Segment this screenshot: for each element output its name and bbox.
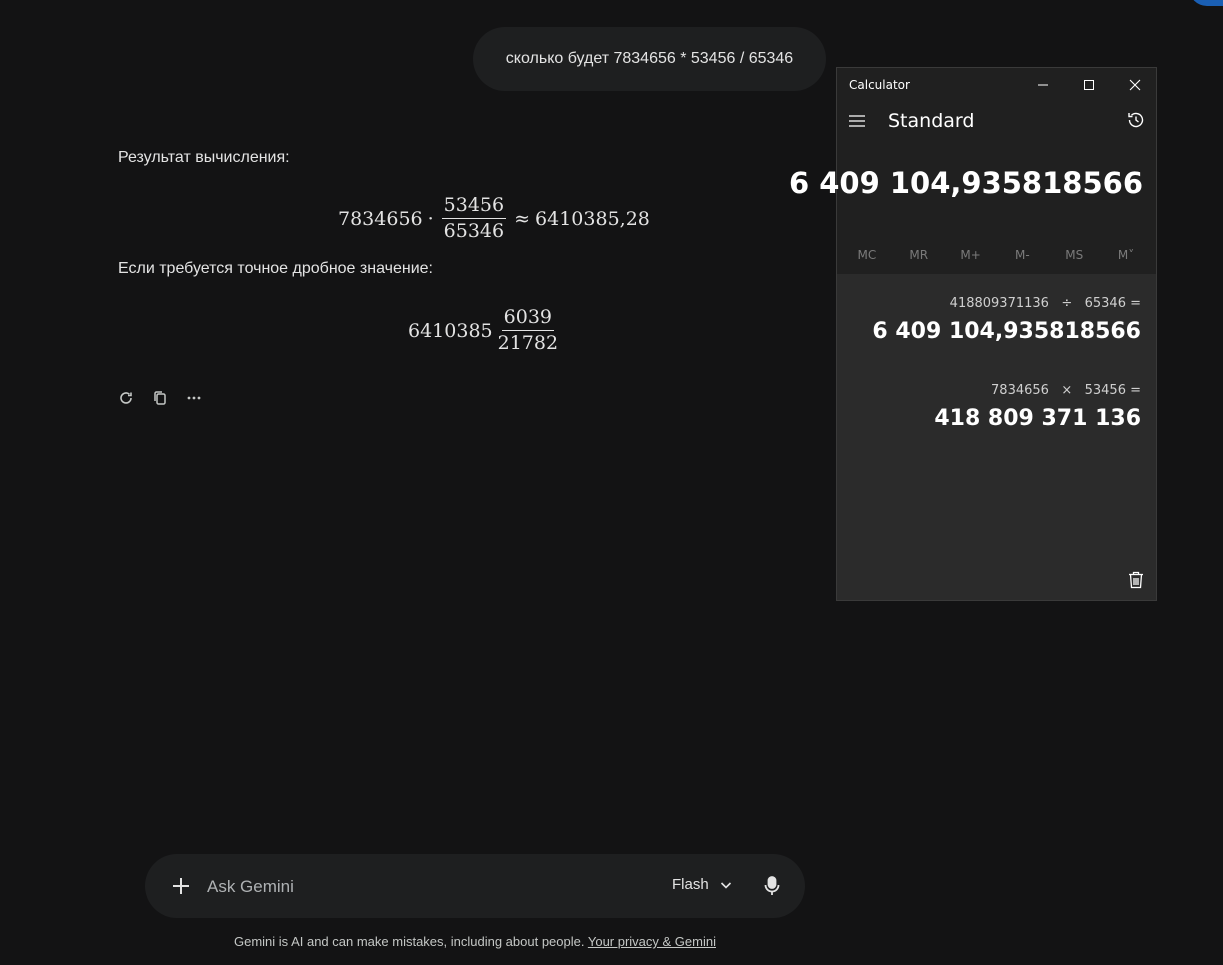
disclaimer: Gemini is AI and can make mistakes, incl… [0,934,950,949]
prompt-input[interactable] [205,874,589,900]
history-result: 6 409 104,935818566 [872,319,1141,344]
calculator-titlebar[interactable]: Calculator [837,68,1156,102]
window-title: Calculator [849,78,910,92]
eq1-fraction: 53456 65346 [441,196,507,242]
eq1-dot: · [427,207,434,230]
navigation-menu-button[interactable] [848,112,866,130]
history-icon [1128,112,1144,128]
memory-add-button[interactable]: M+ [951,248,991,272]
history-result: 418 809 371 136 [934,406,1141,431]
history-panel: 418809371136 ÷ 65346 = 6 409 104,9358185… [837,274,1156,600]
history-expression: 7834656 × 53456 = [991,383,1141,398]
response-intro: Результат вычисления: [118,149,290,166]
eq2-fraction: 6039 21782 [496,308,560,353]
history-button[interactable] [1126,110,1146,130]
equation-exact: 6410385 6039 21782 [408,308,563,353]
maximize-button[interactable] [1077,74,1101,96]
more-options-button[interactable] [184,388,204,408]
prompt-input-bar: Flash [145,854,805,918]
disclaimer-text: Gemini is AI and can make mistakes, incl… [234,934,588,949]
eq1-multiplicand: 7834656 [338,207,423,230]
close-button[interactable] [1123,74,1147,96]
regenerate-button[interactable] [116,388,136,408]
eq1-result: 6410385,28 [535,207,650,230]
add-attachment-button[interactable] [169,874,193,898]
copy-button[interactable] [150,388,170,408]
memory-list-button[interactable]: M˅ [1106,248,1146,272]
refresh-icon [120,392,132,404]
eq1-denominator: 65346 [443,220,505,242]
history-entry[interactable]: 7834656 × 53456 = 418 809 371 136 [934,383,1141,431]
microphone-icon [764,876,780,895]
calculator-display: 6 409 104,935818566 [788,166,1143,200]
calculator-header: Standard [837,104,1156,140]
more-horizontal-icon [187,396,201,400]
model-selector[interactable]: Flash [672,876,733,893]
trash-icon [1129,571,1143,589]
response-exact-label: Если требуется точное дробное значение: [118,260,433,277]
history-expression: 418809371136 ÷ 65346 = [949,296,1141,311]
calculator-window: Calculator Standard 6 409 104,935818566 … [789,67,1157,601]
hamburger-icon [849,115,865,127]
clear-history-button[interactable] [1127,570,1145,590]
history-entry[interactable]: 418809371136 ÷ 65346 = 6 409 104,9358185… [872,296,1141,344]
eq1-approx-sign: ≈ [514,207,531,230]
memory-clear-button[interactable]: MC [847,248,887,272]
memory-recall-button[interactable]: MR [899,248,939,272]
memory-subtract-button[interactable]: M- [1002,248,1042,272]
user-message-text: сколько будет 7834656 * 53456 / 65346 [505,50,794,67]
profile-avatar-edge[interactable] [1189,0,1223,6]
microphone-button[interactable] [761,874,783,898]
eq2-whole: 6410385 [408,319,493,342]
copy-icon [154,391,166,405]
eq2-denominator: 21782 [497,332,559,354]
plus-icon [173,878,189,894]
minimize-button[interactable] [1031,74,1055,96]
response-actions [116,388,204,408]
equation-approx: 7834656 · 53456 65346 ≈ 6410385,28 [338,196,650,241]
close-icon [1129,79,1141,91]
user-message-bubble: сколько будет 7834656 * 53456 / 65346 [473,27,826,91]
memory-store-button[interactable]: MS [1054,248,1094,272]
privacy-link[interactable]: Your privacy & Gemini [588,934,716,949]
maximize-icon [1084,80,1094,90]
memory-buttons: MC MR M+ M- MS M˅ [837,248,1156,272]
chevron-down-icon [720,881,731,889]
calculator-mode-title: Standard [888,110,975,132]
model-label: Flash [672,876,709,893]
minimize-icon [1038,84,1048,86]
eq2-numerator: 6039 [501,308,555,331]
eq1-numerator: 53456 [441,196,507,219]
